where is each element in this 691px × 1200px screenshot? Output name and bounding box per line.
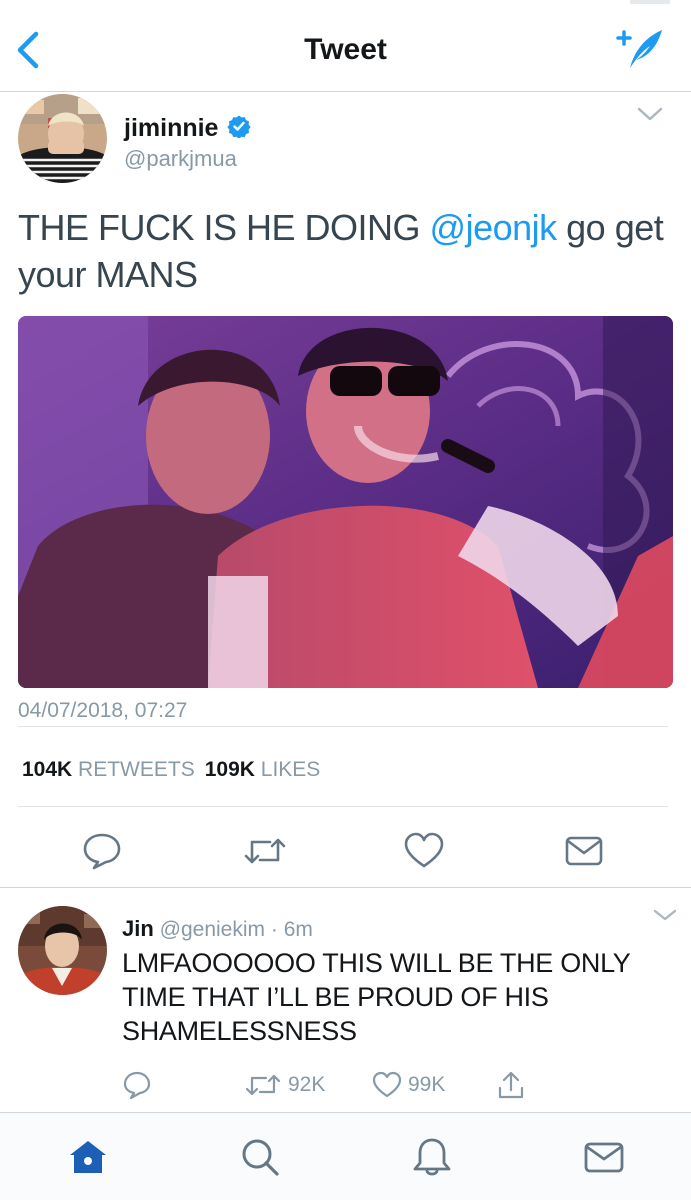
retweet-icon <box>245 1074 281 1096</box>
tweet-text: THE FUCK IS HE DOING @jeonjk go get your… <box>18 204 668 298</box>
reply-icon <box>83 833 121 870</box>
author-avatar[interactable] <box>18 94 107 183</box>
author-name[interactable]: jiminnie <box>124 114 218 143</box>
reply-actions: 92K 99K <box>0 1068 691 1102</box>
author-handle[interactable]: @parkjmua <box>124 146 237 172</box>
tab-messages[interactable] <box>582 1135 626 1179</box>
reply-retweet-count: 92K <box>288 1073 326 1096</box>
retweet-button[interactable] <box>242 832 288 870</box>
chevron-down-icon <box>653 909 677 921</box>
divider <box>18 806 668 807</box>
likes-label: LIKES <box>260 758 321 781</box>
chevron-down-icon <box>637 107 663 121</box>
compose-tweet-icon <box>616 30 662 68</box>
reply-author-avatar[interactable] <box>18 906 107 995</box>
reply-like-count: 99K <box>408 1073 446 1096</box>
reply-meta-separator: · <box>270 918 278 941</box>
reply-share-button[interactable] <box>496 1068 526 1102</box>
top-edge-stripe <box>630 0 670 4</box>
section-divider <box>0 887 691 888</box>
share-icon <box>498 1071 524 1099</box>
reply-author-handle[interactable]: @geniekim <box>160 918 265 941</box>
retweets-count: 104K <box>22 758 73 781</box>
messages-icon <box>584 1142 624 1173</box>
page-title: Tweet <box>304 33 387 66</box>
direct-message-button[interactable] <box>564 832 604 870</box>
reply-button[interactable] <box>82 832 122 870</box>
reply-options-button[interactable] <box>652 906 678 924</box>
reply-time: 6m <box>283 918 313 941</box>
tab-notifications[interactable] <box>410 1135 454 1179</box>
likes-count: 109K <box>204 758 255 781</box>
reply-like-button[interactable]: 99K <box>372 1068 445 1102</box>
retweets-count-link[interactable]: 104K RETWEETS <box>22 758 195 781</box>
reply-author-name[interactable]: Jin <box>122 916 154 941</box>
reply-text: LMFAOOOOOO THIS WILL BE THE ONLY TIME TH… <box>122 948 631 1046</box>
tab-search[interactable] <box>238 1135 282 1179</box>
reply-retweet-button[interactable]: 92K <box>244 1068 325 1102</box>
notifications-icon <box>413 1138 451 1176</box>
tweet-media-image[interactable] <box>18 316 673 688</box>
retweet-icon <box>244 838 286 864</box>
tweet-options-button[interactable] <box>636 104 664 124</box>
reply-reply-button[interactable] <box>122 1068 152 1102</box>
likes-count-link[interactable]: 109K LIKES <box>205 758 321 781</box>
tweet-stats: 104K RETWEETS 109K LIKES <box>22 758 320 782</box>
reply-icon <box>123 1071 151 1100</box>
like-button[interactable] <box>404 832 444 870</box>
direct-message-icon <box>565 836 603 866</box>
mention-link[interactable]: @jeonjk <box>430 207 558 248</box>
tweet-text-part: THE FUCK IS HE DOING <box>18 207 430 248</box>
like-icon <box>372 1071 402 1098</box>
verified-badge-icon <box>227 115 251 138</box>
divider <box>18 726 668 727</box>
tab-home[interactable] <box>66 1135 110 1179</box>
like-icon <box>404 832 444 868</box>
home-icon <box>70 1141 106 1173</box>
compose-tweet-button[interactable] <box>612 26 666 72</box>
top-navigation-bar: Tweet <box>0 0 691 92</box>
tweet-timestamp: 04/07/2018, 07:27 <box>18 699 188 722</box>
reply-header: Jin @geniekim · 6m <box>122 916 313 942</box>
bottom-tab-bar <box>0 1112 691 1200</box>
retweets-label: RETWEETS <box>78 758 195 781</box>
search-icon <box>242 1139 279 1176</box>
